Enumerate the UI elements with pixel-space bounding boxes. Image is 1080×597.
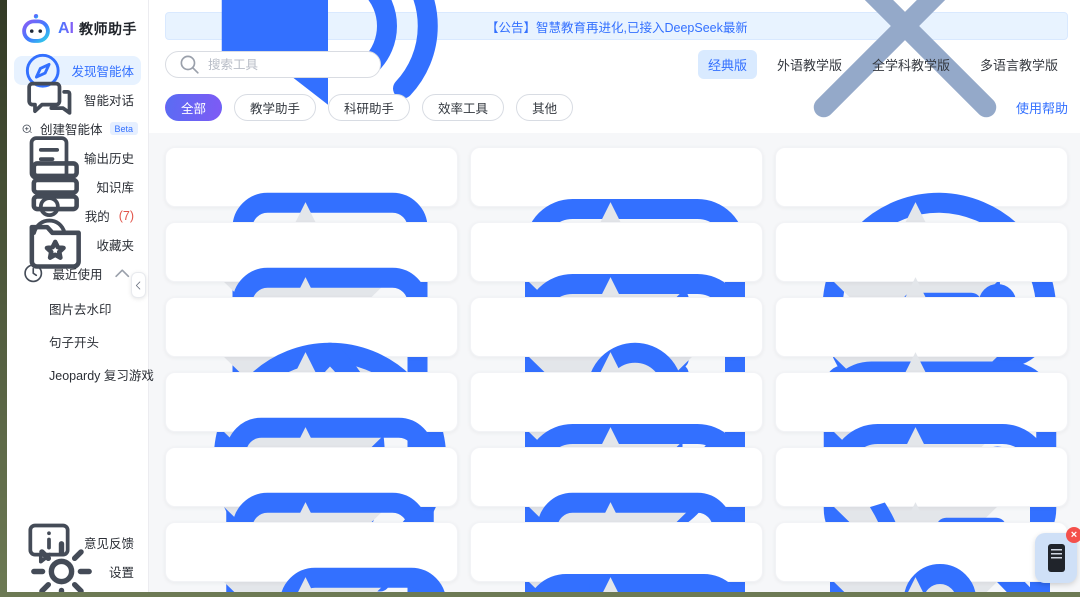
card-mindmap-review[interactable]: 思维导图评阅思维导图评阅	[775, 222, 1068, 282]
search-input[interactable]	[208, 58, 369, 72]
search-box[interactable]	[165, 51, 381, 78]
card-knowledge-qa[interactable]: ?知识库问答推荐快速解读文档、图片、音视频	[165, 147, 458, 207]
floating-contact-widget[interactable]: ×	[1035, 533, 1077, 583]
sidebar-item-label: 发现智能体	[71, 61, 134, 80]
cards-grid: ?知识库问答推荐快速解读文档、图片、音视频智能数据分析推荐AI帮你数据分析和制作…	[165, 147, 1068, 582]
cards-zone: ?知识库问答推荐快速解读文档、图片、音视频智能数据分析推荐AI帮你数据分析和制作…	[149, 133, 1080, 592]
sidebar-item-favorites[interactable]: 收藏夹	[14, 230, 141, 259]
card-smart-data-analysis[interactable]: 智能数据分析推荐AI帮你数据分析和制作图表	[470, 147, 763, 207]
card-tts-pro[interactable]: 语音合成专业版Beta丰富的配置功能，90+多语言音色库	[165, 222, 458, 282]
card-smart-image-editing[interactable]: 智能图片编辑新图片编辑	[775, 372, 1068, 432]
card-realtime-transcription[interactable]: 实时语音转写Beta实时录音转文字，智能提炼要点	[470, 297, 763, 357]
search-icon	[177, 52, 202, 77]
chevron-left-icon	[132, 279, 145, 292]
clock-icon	[21, 261, 45, 285]
star-icon[interactable]	[776, 533, 1055, 592]
sidebar-item-label: 知识库	[96, 177, 134, 196]
sidebar-item-smart-chat[interactable]: 智能对话	[14, 85, 141, 114]
sidebar-item-label: 最近使用	[52, 264, 102, 283]
sidebar-footer: 意见反馈设置	[7, 528, 148, 586]
logo-text-ai: AI	[58, 20, 74, 38]
robot-logo-icon	[19, 12, 53, 46]
top-zone: 【公告】智慧教育再进化,已接入DeepSeek最新版本V3-0324! 经典版外…	[149, 0, 1080, 133]
star-icon[interactable]	[471, 533, 750, 592]
card-comfyui-workflow[interactable]: 多模态工作流（ComfyUI）Beta强大直观的工作流生成图片数字人视频神器	[775, 522, 1068, 582]
card-copywriting[interactable]: 智能文案AI助你快速撰写各类文案	[470, 447, 763, 507]
card-image-repaint[interactable]: 图片重绘新重新绘制图片内容	[470, 522, 763, 582]
filter-teaching-assistant[interactable]: 教学助手	[234, 94, 316, 121]
logo-text: 教师助手	[79, 19, 137, 39]
filter-all[interactable]: 全部	[165, 94, 222, 121]
sidebar-item-label: 设置	[109, 562, 134, 581]
tab-multi-language[interactable]: 多语言教学版	[970, 50, 1068, 79]
version-tabs: 经典版外语教学版全学科教学版多语言教学版	[698, 50, 1068, 79]
beta-badge: Beta	[110, 122, 139, 135]
screen: AI 教师助手 发现智能体智能对话创建智能体Beta输出历史知识库我的(7)收藏…	[0, 0, 1080, 597]
sidebar-item-label: 输出历史	[84, 148, 134, 167]
main-content: 【公告】智慧教育再进化,已接入DeepSeek最新版本V3-0324! 经典版外…	[149, 0, 1080, 592]
card-ai-painting-new[interactable]: AI绘画新版推荐新AI智能生成图片	[775, 147, 1068, 207]
sidebar-collapse-button[interactable]	[131, 272, 146, 298]
card-smart-review[interactable]: 智能评阅AI智能评阅英语口语、翻译、作文	[470, 372, 763, 432]
sidebar-item-settings[interactable]: 设置	[14, 557, 141, 586]
filter-others[interactable]: 其他	[516, 94, 573, 121]
filter-pills: 全部教学助手科研助手效率工具其他	[165, 94, 573, 121]
sidebar-item-label: 收藏夹	[96, 235, 134, 254]
card-voice-clone[interactable]: 音色克隆快速定制克隆音色	[165, 522, 458, 582]
tab-classic[interactable]: 经典版	[698, 50, 757, 79]
sidebar-menu: 发现智能体智能对话创建智能体Beta输出历史知识库我的(7)收藏夹最近使用	[7, 56, 148, 288]
card-text-translation[interactable]: 文A文本翻译快速获得更地道翻译	[775, 447, 1068, 507]
tab-all-subject[interactable]: 全学科教学版	[862, 50, 960, 79]
header-row: 经典版外语教学版全学科教学版多语言教学版	[165, 50, 1068, 79]
card-data-analysis-agent[interactable]: 数据分析智能体BetaAI帮你数据分析和制作图表	[470, 222, 763, 282]
app-window: AI 教师助手 发现智能体智能对话创建智能体Beta输出历史知识库我的(7)收藏…	[7, 0, 1080, 592]
star-icon[interactable]	[166, 533, 445, 592]
sidebar-item-label: 智能对话	[84, 90, 134, 109]
filter-research-assistant[interactable]: 科研助手	[328, 94, 410, 121]
sidebar: AI 教师助手 发现智能体智能对话创建智能体Beta输出历史知识库我的(7)收藏…	[7, 0, 149, 592]
gear-icon	[21, 531, 102, 592]
announcement-banner: 【公告】智慧教育再进化,已接入DeepSeek最新版本V3-0324!	[165, 12, 1068, 40]
help-link[interactable]: 使用帮助	[1016, 98, 1068, 117]
recent-item[interactable]: 图片去水印	[7, 292, 148, 325]
recent-item[interactable]: 句子开头	[7, 325, 148, 358]
recent-list: 图片去水印句子开头Jeopardy 复习游戏	[7, 292, 148, 391]
widget-close-button[interactable]: ×	[1066, 527, 1080, 543]
card-video-translation[interactable]: 视频翻译Beta智能视频翻译及AI配音	[775, 297, 1068, 357]
announcement-text: 【公告】智慧教育再进化,已接入DeepSeek最新版本V3-0324!	[486, 17, 747, 36]
card-ai-ppt[interactable]: AI生成PPTBetaAI一键生成PPT	[165, 297, 458, 357]
card-question-generator[interactable]: 智能出题快速生成选择、判断、问答、排序题	[165, 372, 458, 432]
card-tts[interactable]: 语音合成快速生成音频	[165, 447, 458, 507]
app-logo: AI 教师助手	[7, 0, 148, 56]
phone-preview-image	[1048, 544, 1065, 572]
sidebar-item-recent-used[interactable]: 最近使用	[14, 259, 141, 288]
recent-item[interactable]: Jeopardy 复习游戏	[7, 358, 148, 391]
sidebar-item-count: (7)	[119, 209, 134, 223]
filter-efficiency-tools[interactable]: 效率工具	[422, 94, 504, 121]
tab-foreign-language[interactable]: 外语教学版	[767, 50, 852, 79]
